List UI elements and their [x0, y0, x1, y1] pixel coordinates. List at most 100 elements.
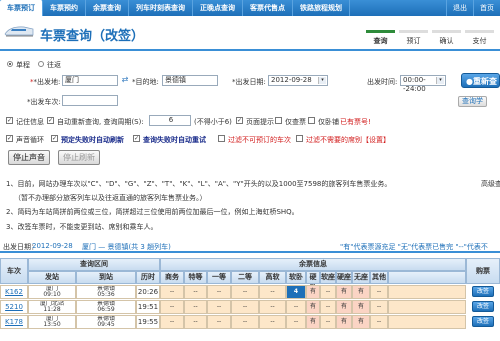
- round-trip-radio[interactable]: [38, 61, 44, 67]
- search-button[interactable]: ●重新查: [461, 73, 500, 88]
- to-station-input[interactable]: 景德镇: [162, 75, 218, 86]
- sleeper-only-checkbox[interactable]: [308, 117, 315, 124]
- date-label: *出发日期:: [232, 78, 266, 86]
- filter-unbookable-checkbox[interactable]: [218, 135, 225, 142]
- search-icon: ●: [466, 77, 473, 86]
- arrive-cell: 景德镇 09:45: [76, 315, 136, 329]
- sound-loop-label: 声音循环: [16, 136, 44, 144]
- col-arrive: 到站: [76, 271, 136, 284]
- col-seat-5: 软卧: [286, 271, 306, 284]
- col-seat-3: 二等: [231, 271, 259, 284]
- tab-remaining-tickets[interactable]: 余票查询: [86, 0, 129, 16]
- page-notify-label: 页面提示: [246, 118, 274, 126]
- duration-cell: 20:26: [136, 285, 160, 299]
- col-depart: 发站: [28, 271, 76, 284]
- tab-delay-query[interactable]: 正晚点查询: [193, 0, 243, 16]
- seat-cell: --: [184, 300, 207, 314]
- duration-cell: 19:55: [136, 315, 160, 329]
- notice-item: 3、改签车票时，不能变更到站、席别和乘车人。: [6, 223, 158, 231]
- logout-link[interactable]: 退出: [446, 0, 473, 16]
- seat-cell: --: [207, 300, 231, 314]
- col-seat-9: 无座: [352, 271, 370, 284]
- seat-filler-cell: [388, 300, 466, 314]
- train-number-link[interactable]: K178: [0, 315, 28, 329]
- seat-header-filler: [388, 271, 466, 284]
- auto-refresh-checkbox[interactable]: ✓: [51, 135, 58, 142]
- home-link[interactable]: 首页: [473, 0, 500, 16]
- filter-unneeded-checkbox[interactable]: [296, 135, 303, 142]
- seat-cell: --: [160, 315, 184, 329]
- sound-loop-checkbox[interactable]: ✓: [6, 135, 13, 142]
- stop-refresh-button[interactable]: 停止刷新: [58, 150, 100, 165]
- seat-cell: 有: [352, 285, 370, 299]
- depart-cell: 厦门 09:10: [28, 285, 76, 299]
- period-input[interactable]: 6: [149, 115, 191, 126]
- seat-cell: --: [259, 300, 286, 314]
- tab-agency[interactable]: 客票代售点: [243, 0, 293, 16]
- seat-cell: --: [207, 285, 231, 299]
- result-route: 厦门 — 景德镇(共 3 趟列车): [82, 243, 171, 251]
- depart-cell: 厦门北站 11:28: [28, 300, 76, 314]
- tab-timetable[interactable]: 列车时刻表查询: [129, 0, 193, 16]
- table-row: 5210 厦门北站 11:28 景德镇 06:59 19:51 -- -- -- -- -- -- 有 -…: [0, 300, 500, 314]
- query-fail-refresh-checkbox[interactable]: ✓: [133, 135, 140, 142]
- rebook-button[interactable]: 改签: [472, 301, 494, 312]
- seat-cell: --: [286, 315, 306, 329]
- seat-cell: --: [231, 285, 259, 299]
- page-notify-checkbox[interactable]: ✓: [236, 117, 243, 124]
- tab-ticket-booking[interactable]: 车票预订: [0, 0, 43, 16]
- result-bar: 出发日期： 2012-09-28 厦门 — 景德镇(共 3 趟列车) "有"代表…: [0, 241, 500, 253]
- seat-cell: --: [286, 300, 306, 314]
- time-select[interactable]: 00:00--24:00 ▾: [400, 75, 446, 93]
- query-more-button[interactable]: 查询学: [458, 96, 487, 107]
- result-legend: "有"代表票源充足 "无"代表票已售完 "--"代表不: [340, 243, 488, 251]
- notice-item: 1、目前，网站办理车次以"C"、"D"、"G"、"Z"、"T"、"K"、"L"、…: [6, 180, 392, 188]
- single-trip-label: 单程: [16, 61, 30, 69]
- auto-requery-label: 自动重新查询, 查询周期(S):: [57, 118, 144, 126]
- has-tickets-text: 已有票号!: [340, 118, 371, 126]
- seat-cell: --: [231, 315, 259, 329]
- seat-cell: 有: [352, 315, 370, 329]
- table-row: K178 厦门 13:50 景德镇 09:45 19:55 -- -- -- -- -- -- 有 -- 有…: [0, 315, 500, 329]
- show-only-checkbox[interactable]: [275, 117, 282, 124]
- step-pay: 支付: [463, 30, 496, 48]
- seat-cell: --: [320, 300, 336, 314]
- train-number-link[interactable]: K162: [0, 285, 28, 299]
- seat-cell: 有: [306, 300, 320, 314]
- sleeper-only-label: 仅卧铺: [318, 118, 339, 126]
- auto-refresh-label: 预定失败时自动刷新: [61, 136, 124, 144]
- train-number-input[interactable]: [62, 95, 118, 106]
- from-station-input[interactable]: 厦门: [62, 75, 118, 86]
- rebook-button[interactable]: 改签: [472, 316, 494, 327]
- seat-cell: 有: [306, 285, 320, 299]
- tab-ticket-reservation[interactable]: 车票预约: [43, 0, 86, 16]
- notice-item: 2、简码为车站简拼前两位或三位，简拼超过三位使用前两位加最后一位，例如上海虹桥S…: [6, 208, 299, 216]
- stop-sound-button[interactable]: 停止声音: [8, 150, 50, 165]
- seat-cell: --: [207, 315, 231, 329]
- date-picker[interactable]: 2012-09-28 ▾: [268, 75, 328, 86]
- auto-requery-checkbox[interactable]: ✓: [47, 117, 54, 124]
- step-book: 预订: [397, 30, 430, 48]
- progress-steps: 查询 预订 确认 支付: [364, 30, 496, 48]
- result-date: 2012-09-28: [32, 242, 73, 250]
- single-trip-radio[interactable]: [7, 61, 13, 67]
- advanced-query-link[interactable]: 高级查: [481, 179, 500, 189]
- remember-checkbox[interactable]: ✓: [6, 117, 13, 124]
- seat-cell: --: [370, 285, 388, 299]
- calendar-icon[interactable]: ▾: [318, 77, 326, 84]
- rebook-button[interactable]: 改签: [472, 286, 494, 297]
- depart-cell: 厦门 13:50: [28, 315, 76, 329]
- query-fail-refresh-label: 查询失败时自动重试: [143, 136, 206, 144]
- train-number-link[interactable]: 5210: [0, 300, 28, 314]
- tab-trip-planner[interactable]: 铁路旅程规划: [293, 0, 350, 16]
- col-duration: 历时: [136, 271, 160, 284]
- step-query: 查询: [364, 30, 397, 48]
- seat-cell: 有: [306, 315, 320, 329]
- seat-cell: --: [160, 285, 184, 299]
- seat-cell: 有: [336, 285, 352, 299]
- seat-cell: 有: [336, 300, 352, 314]
- from-label: **出发地:: [30, 78, 61, 86]
- to-label: *目的地:: [132, 78, 159, 86]
- top-nav: 车票预订 车票预约 余票查询 列车时刻表查询 正晚点查询 客票代售点 铁路旅程规…: [0, 0, 500, 16]
- swap-stations-icon[interactable]: ⇄: [120, 75, 130, 85]
